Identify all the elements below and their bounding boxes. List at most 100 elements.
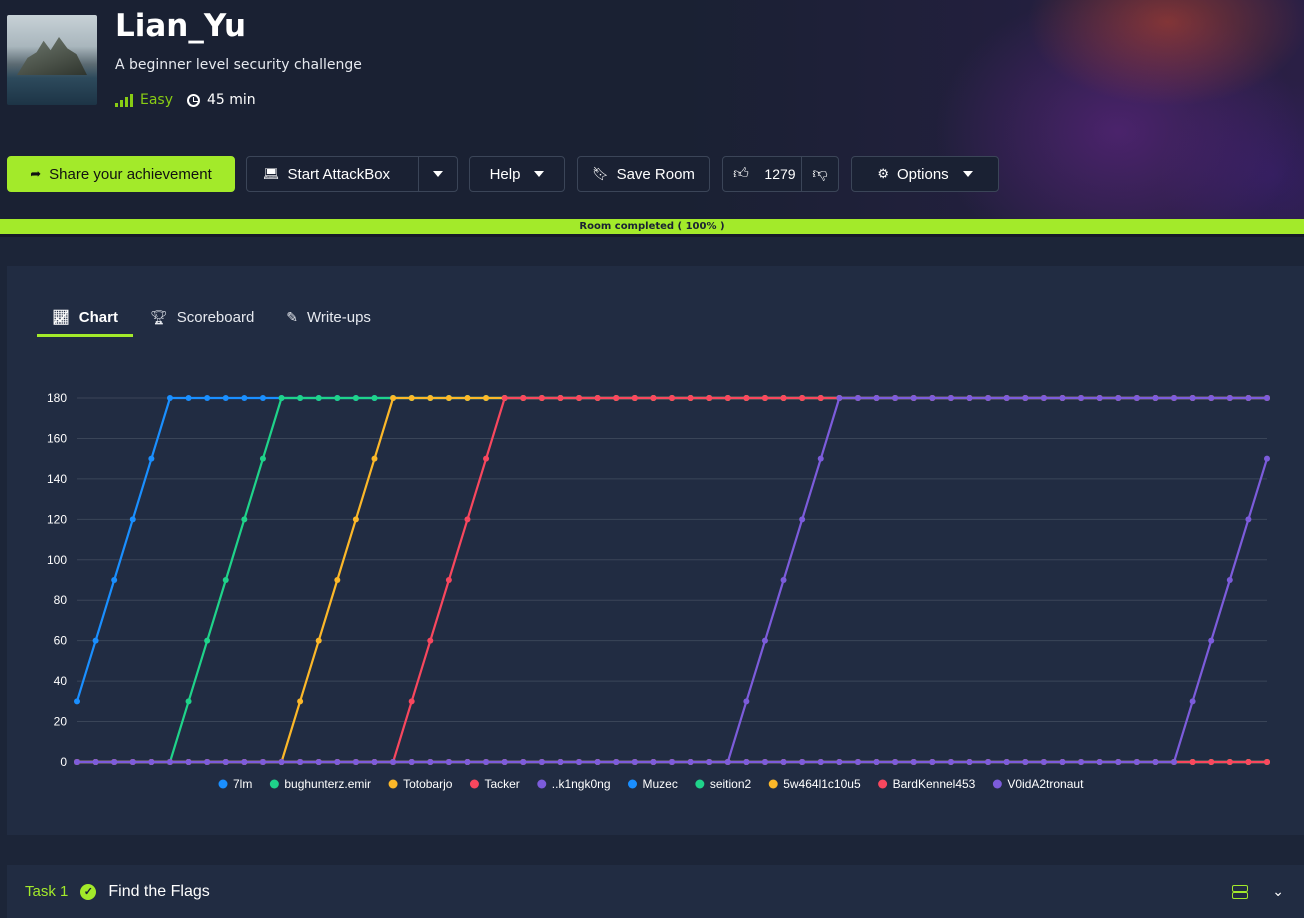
legend-marker — [388, 779, 398, 789]
tab-scoreboard[interactable]: 🏆︎ Scoreboard — [135, 300, 269, 334]
data-point — [799, 759, 806, 765]
legend-label: ..k1ngk0ng — [552, 777, 611, 791]
help-label: Help — [489, 165, 521, 183]
laptop-icon: 💻︎ — [263, 166, 280, 181]
data-point — [92, 637, 99, 644]
data-point — [1171, 759, 1178, 765]
y-tick-label: 40 — [54, 674, 68, 688]
data-point — [929, 759, 936, 765]
data-point — [1226, 395, 1233, 401]
data-point — [1133, 759, 1140, 765]
share-achievement-button[interactable]: ➦ Share your achievement — [7, 156, 235, 192]
task-row[interactable]: Task 1 ✓ Find the Flags ⌄ — [7, 865, 1304, 918]
data-point — [427, 395, 434, 401]
data-point — [315, 637, 322, 644]
data-point — [1152, 759, 1159, 765]
legend-marker — [269, 779, 279, 789]
start-attackbox-button[interactable]: 💻︎ Start AttackBox — [246, 156, 458, 192]
share-icon: ➦ — [30, 166, 42, 181]
data-point — [501, 395, 508, 401]
save-room-button[interactable]: 🔖︎ Save Room — [577, 156, 710, 192]
share-label: Share your achievement — [49, 165, 212, 183]
data-point — [204, 637, 211, 644]
thumbs-up-icon[interactable]: 👍︎ — [723, 165, 759, 183]
help-button[interactable]: Help — [469, 156, 565, 192]
data-point — [1078, 759, 1085, 765]
data-point — [241, 516, 248, 523]
data-point — [1152, 395, 1159, 401]
legend-marker — [218, 779, 228, 789]
data-point — [743, 395, 750, 401]
data-point — [706, 395, 713, 401]
data-point — [892, 759, 899, 765]
thumbs-down-icon[interactable]: 👎︎ — [801, 157, 838, 191]
data-point — [297, 698, 304, 705]
data-point — [352, 516, 359, 523]
data-point — [1226, 577, 1233, 583]
data-point — [408, 698, 415, 705]
data-point — [966, 395, 973, 401]
chevron-down-icon — [433, 171, 443, 177]
duration: 45 min — [187, 92, 256, 108]
data-point — [669, 395, 675, 401]
data-point — [408, 759, 415, 765]
completion-chart: 0 20 40 60 80 100 120 140 160 180 7lm bughunterz.em… — [47, 391, 1270, 791]
data-point — [148, 759, 155, 765]
legend-label: seition2 — [710, 777, 752, 791]
data-point — [966, 759, 973, 765]
data-point — [817, 759, 824, 765]
data-point — [297, 759, 304, 765]
tab-chart[interactable]: 📈︎ Chart — [37, 300, 133, 337]
data-point — [576, 395, 583, 401]
data-point — [669, 759, 675, 765]
data-point — [761, 759, 768, 765]
data-point — [1189, 698, 1196, 705]
attackbox-dropdown-toggle[interactable] — [418, 157, 457, 191]
data-point — [687, 395, 694, 401]
data-point — [315, 395, 322, 401]
data-point — [371, 759, 378, 765]
data-point — [483, 395, 490, 401]
options-button[interactable]: ⚙ Options — [851, 156, 999, 192]
data-point — [390, 395, 397, 401]
vote-count: 1279 — [764, 166, 796, 182]
data-point — [185, 395, 192, 401]
data-point — [185, 759, 192, 765]
data-point — [1189, 759, 1196, 765]
server-stack-icon[interactable] — [1232, 884, 1249, 899]
data-point — [222, 759, 229, 765]
y-tick-label: 80 — [54, 593, 68, 607]
data-point — [613, 759, 620, 765]
data-point — [278, 759, 285, 765]
data-point — [352, 395, 359, 401]
data-point — [111, 577, 118, 583]
pencil-icon: ✎ — [286, 308, 299, 325]
data-point — [166, 759, 173, 765]
data-point — [650, 759, 657, 765]
tab-writeups[interactable]: ✎ Write-ups — [271, 300, 386, 334]
room-progress-bar: Room completed ( 100% ) — [0, 219, 1304, 234]
data-point — [836, 395, 843, 401]
stats-panel: 📈︎ Chart 🏆︎ Scoreboard ✎ Write-ups 0 20 40… — [7, 266, 1304, 835]
y-tick-label: 140 — [47, 472, 67, 486]
legend-label: Totobarjo — [403, 777, 453, 791]
tab-writeups-label: Write-ups — [307, 308, 371, 326]
data-point — [1040, 395, 1047, 401]
legend-marker — [878, 779, 888, 789]
data-point — [520, 395, 527, 401]
series-line — [77, 458, 1269, 764]
chevron-down-icon[interactable]: ⌄ — [1272, 883, 1284, 900]
room-header: Lian_Yu A beginner level security challe… — [0, 0, 1304, 219]
data-point — [854, 395, 861, 401]
data-point — [483, 759, 490, 765]
data-point — [706, 759, 713, 765]
data-point — [1078, 395, 1085, 401]
data-point — [1245, 395, 1252, 401]
options-label: Options — [896, 165, 949, 183]
data-point — [185, 698, 192, 705]
data-point — [1115, 395, 1122, 401]
chevron-down-icon — [534, 171, 545, 177]
data-point — [92, 759, 99, 765]
data-point — [352, 759, 359, 765]
data-point — [1096, 395, 1103, 401]
